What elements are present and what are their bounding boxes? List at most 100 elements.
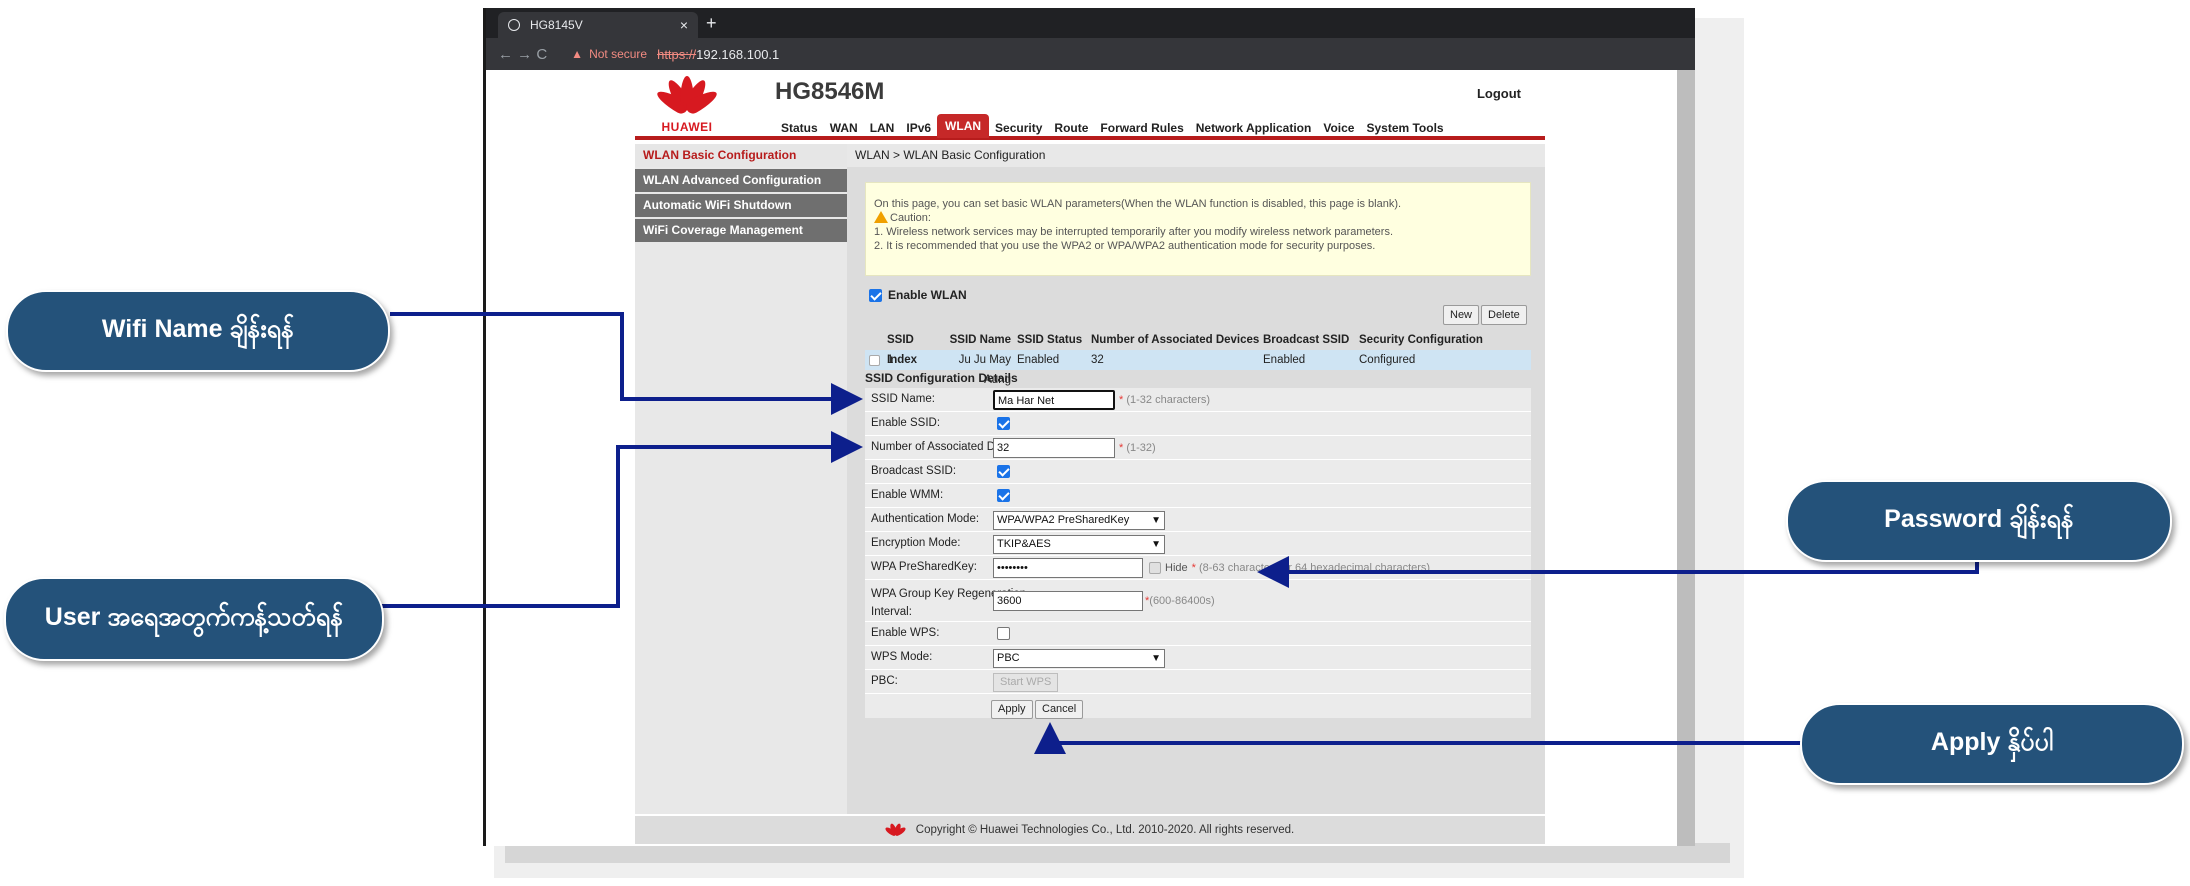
new-button[interactable]: New (1443, 305, 1480, 325)
pbc-label: PBC: (871, 675, 898, 687)
ssid-name-input[interactable]: Ma Har Net (993, 390, 1115, 410)
group-key-hint: (600-86400s) (1149, 595, 1215, 607)
wps-mode-label: WPS Mode: (871, 651, 933, 663)
sidebar-item-wlan-basic[interactable]: WLAN Basic Configuration (635, 144, 847, 167)
auth-mode-select[interactable]: WPA/WPA2 PreSharedKey ▼ (993, 511, 1165, 530)
brand-name: HUAWEI (661, 120, 713, 134)
window-edge (1677, 68, 1695, 846)
cancel-button[interactable]: Cancel (1035, 700, 1084, 719)
ssid-name-label: SSID Name: (871, 393, 935, 405)
nav-forward-rules[interactable]: Forward Rules (1094, 118, 1189, 138)
sidebar-item-wifi-shutdown[interactable]: Automatic WiFi Shutdown (635, 194, 847, 217)
enable-ssid-label: Enable SSID: (871, 417, 941, 429)
url-text: 192.168.100.1 (696, 46, 780, 62)
nav-status[interactable]: Status (775, 118, 824, 138)
auth-mode-label: Authentication Mode: (871, 513, 980, 525)
cell-ssid-status: Enabled (1017, 354, 1060, 366)
nav-system-tools[interactable]: System Tools (1360, 118, 1449, 138)
window-shadow-bottom (505, 843, 1730, 863)
main-nav: Status WAN LAN IPv6 WLAN Security Route … (775, 114, 1450, 138)
associated-devices-hint: (1-32) (1126, 442, 1156, 454)
info-box: On this page, you can set basic WLAN par… (865, 182, 1531, 276)
psk-label: WPA PreSharedKey: (871, 561, 977, 573)
table-header: SSID Index SSID Name SSID Status Number … (865, 330, 1531, 366)
required-mark: * (1119, 394, 1124, 406)
callout-wifi-name: Wifi Name ချိန်းရန် (6, 290, 390, 372)
cell-security-config: Configured (1359, 354, 1416, 366)
page-title: HG8546M (775, 78, 885, 105)
broadcast-ssid-label: Broadcast SSID: (871, 465, 957, 477)
col-ssid-name: SSID Name (949, 334, 1011, 346)
tab-close-icon[interactable]: × (680, 17, 688, 33)
table-row[interactable]: 1 Ju Ju May Aung Enabled 32 Enabled Conf… (865, 350, 1531, 386)
row-broadcast-ssid: Broadcast SSID: (865, 460, 1531, 484)
browser-nav-icons[interactable]: ← → C (498, 46, 547, 63)
tab-title: HG8145V (530, 18, 583, 32)
col-associated-devices: Number of Associated Devices (1091, 334, 1260, 346)
nav-lan[interactable]: LAN (864, 118, 901, 138)
group-key-input[interactable]: 3600 (993, 591, 1143, 611)
sidebar-item-wifi-coverage[interactable]: WiFi Coverage Management (635, 219, 847, 242)
auth-mode-value: WPA/WPA2 PreSharedKey (997, 514, 1130, 526)
hide-label: Hide (1165, 562, 1188, 574)
group-key-label-2: Interval: (871, 606, 912, 618)
row-enable-wps: Enable WPS: (865, 622, 1531, 646)
start-wps-button[interactable]: Start WPS (993, 673, 1059, 692)
logout-link[interactable]: Logout (1477, 86, 1521, 101)
row-associated-devices: Number of Associated Devices: 32 * (1-32… (865, 436, 1531, 460)
enable-wps-checkbox[interactable] (997, 627, 1010, 640)
row-encryption-mode: Encryption Mode: TKIP&AES ▼ (865, 532, 1531, 556)
enable-wlan-label: Enable WLAN (888, 288, 967, 302)
sidebar-item-wlan-advanced[interactable]: WLAN Advanced Configuration (635, 169, 847, 192)
enable-wmm-label: Enable WMM: (871, 489, 944, 501)
row-wps-mode: WPS Mode: PBC ▼ (865, 646, 1531, 670)
row-auth-mode: Authentication Mode: WPA/WPA2 PreSharedK… (865, 508, 1531, 532)
associated-devices-input[interactable]: 32 (993, 438, 1115, 458)
nav-route[interactable]: Route (1048, 118, 1094, 138)
ssid-table: SSID Index SSID Name SSID Status Number … (865, 330, 1531, 386)
row-psk: WPA PreSharedKey: •••••••• Hide * (8-63 … (865, 556, 1531, 580)
cell-ssid-name: Ju Ju May Aung (958, 354, 1011, 386)
nav-wlan[interactable]: WLAN (937, 114, 990, 138)
footer: Copyright © Huawei Technologies Co., Ltd… (635, 816, 1545, 844)
delete-button[interactable]: Delete (1481, 305, 1527, 325)
chevron-down-icon: ▼ (1151, 653, 1161, 664)
enable-ssid-checkbox[interactable] (997, 417, 1010, 430)
ssid-name-hint: (1-32 characters) (1126, 394, 1211, 406)
info-line-1: On this page, you can set basic WLAN par… (874, 198, 1402, 210)
nav-wan[interactable]: WAN (824, 118, 864, 138)
router-page: HUAWEI HG8546M Logout Status WAN LAN IPv… (635, 70, 1545, 846)
browser-tab[interactable]: HG8145V × (498, 12, 698, 38)
cell-broadcast-ssid: Enabled (1263, 354, 1306, 366)
info-line-2: 1. Wireless network services may be inte… (874, 226, 1394, 238)
col-security-config: Security Configuration (1359, 334, 1483, 346)
not-secure-label[interactable]: Not secure (589, 47, 647, 61)
broadcast-ssid-checkbox[interactable] (997, 465, 1010, 478)
warning-icon: ▲ (571, 47, 584, 61)
wps-mode-select[interactable]: PBC ▼ (993, 649, 1165, 668)
col-ssid-index: SSID Index (887, 334, 918, 366)
row-pbc: PBC: Start WPS (865, 670, 1531, 694)
encryption-mode-value: TKIP&AES (997, 538, 1051, 550)
copyright-text: Copyright © Huawei Technologies Co., Ltd… (915, 824, 1295, 836)
info-line-3: 2. It is recommended that you use the WP… (874, 240, 1376, 252)
cell-ssid-index: 1 (887, 354, 894, 366)
hide-checkbox[interactable] (1149, 562, 1161, 574)
required-mark: * (1119, 442, 1124, 454)
col-ssid-status: SSID Status (1017, 334, 1083, 346)
browser-window: HG8145V × + ← → C ▲ Not secure https:// … (483, 8, 1695, 846)
apply-button[interactable]: Apply (991, 700, 1033, 719)
nav-ipv6[interactable]: IPv6 (900, 118, 937, 138)
enable-wlan-row: Enable WLAN (869, 288, 967, 302)
address-bar[interactable]: ← → C ▲ Not secure https:// 192.168.100.… (486, 38, 1695, 70)
row-checkbox[interactable] (869, 354, 880, 366)
nav-security[interactable]: Security (989, 118, 1048, 138)
new-tab-button[interactable]: + (706, 13, 717, 34)
nav-voice[interactable]: Voice (1317, 118, 1360, 138)
enable-wlan-checkbox[interactable] (869, 288, 882, 302)
encryption-mode-select[interactable]: TKIP&AES ▼ (993, 535, 1165, 554)
row-ssid-name: SSID Name: Ma Har Net * (1-32 characters… (865, 388, 1531, 412)
enable-wmm-checkbox[interactable] (997, 489, 1010, 502)
psk-input[interactable]: •••••••• (993, 558, 1143, 578)
nav-network-application[interactable]: Network Application (1190, 118, 1318, 138)
